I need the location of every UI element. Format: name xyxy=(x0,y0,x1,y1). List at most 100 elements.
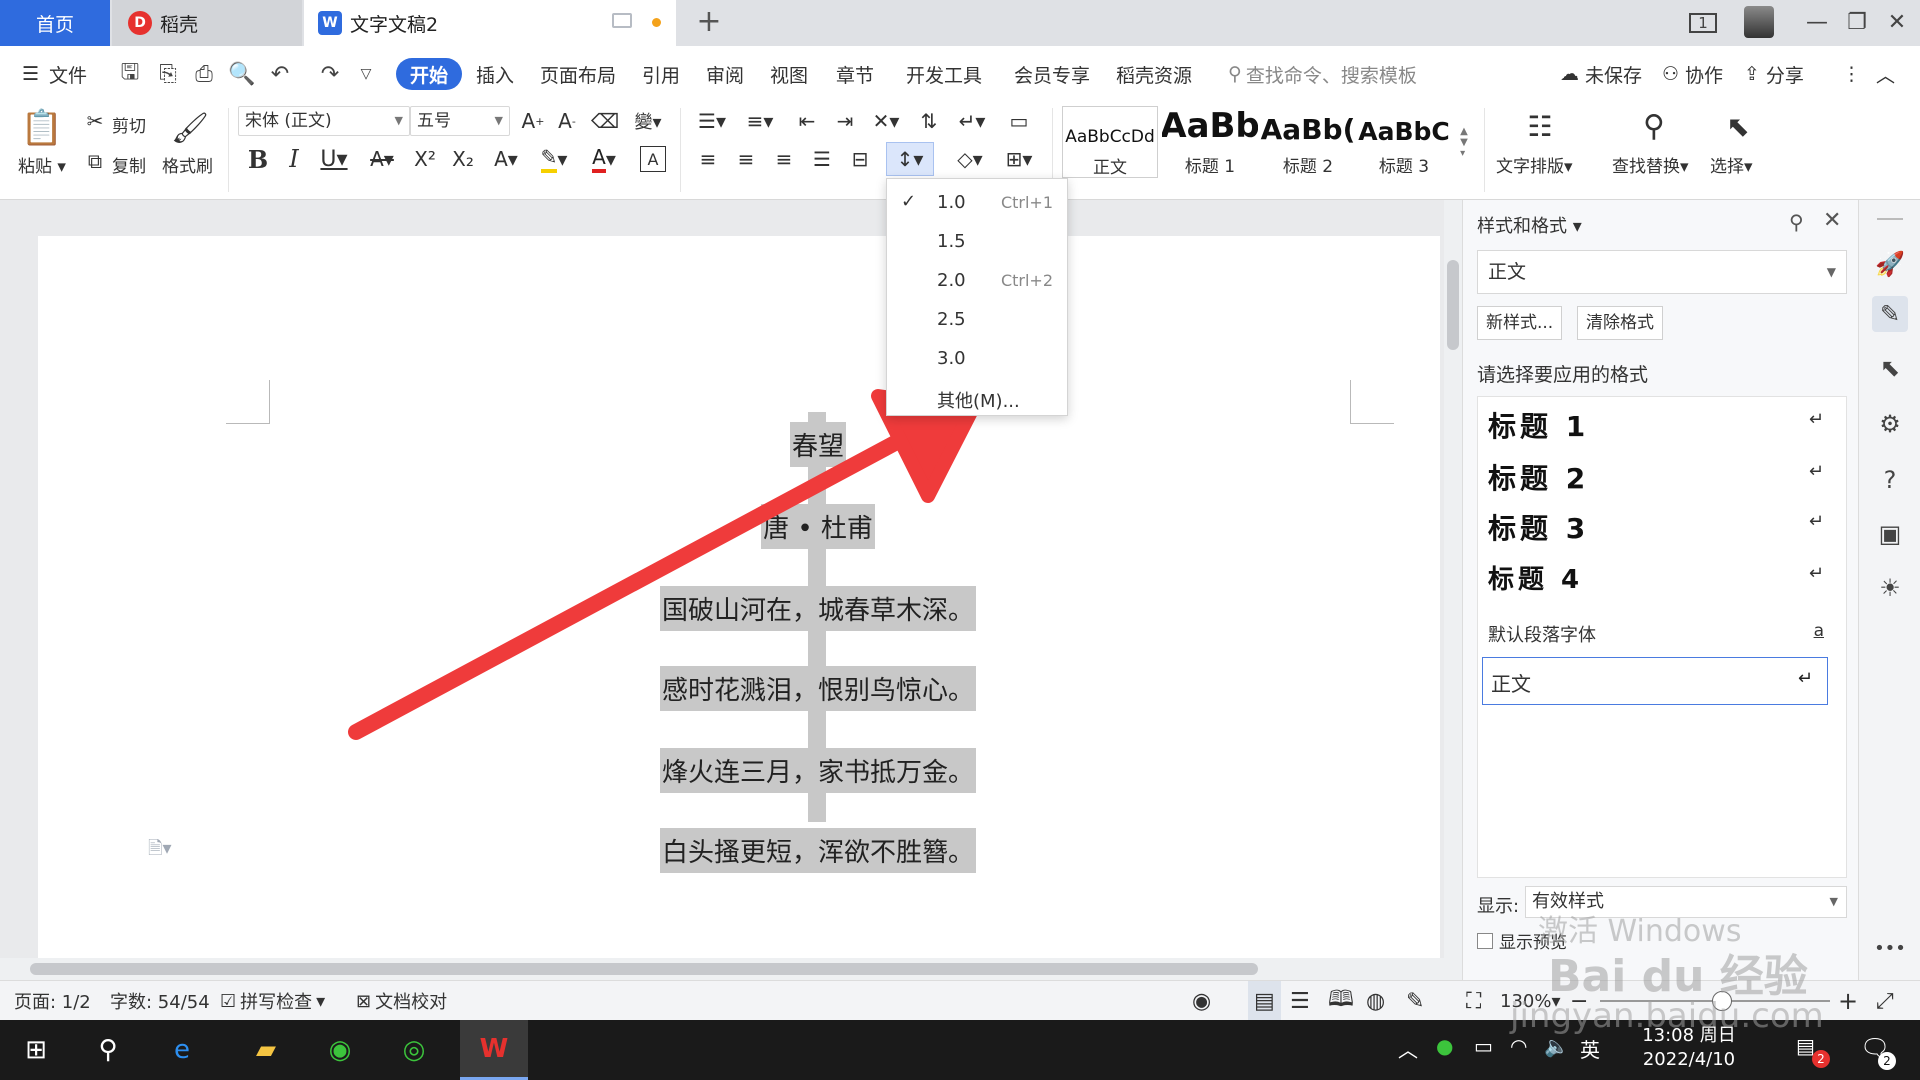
menu-daoke-resources[interactable]: 稻壳资源 xyxy=(1116,46,1192,102)
clear-format-icon[interactable]: ⌫ xyxy=(590,106,620,136)
word-count[interactable]: 字数: 54/54 xyxy=(110,981,210,1021)
text-layout-button[interactable]: 文字排版▾ xyxy=(1496,152,1573,177)
minimize-button[interactable]: — xyxy=(1800,8,1834,38)
horizontal-scroll-thumb[interactable] xyxy=(30,963,1258,975)
pin-icon[interactable]: ⚲ xyxy=(1789,210,1804,234)
tray-app-icon[interactable]: ● xyxy=(1436,1034,1453,1058)
menu-home[interactable]: 开始 xyxy=(396,58,463,90)
document-page[interactable]: 春望 唐 • 杜甫 国破山河在，城春草木深。 感时花溅泪，恨别鸟惊心。 烽火连三… xyxy=(38,236,1440,980)
search-icon[interactable]: ⚲ xyxy=(86,1028,130,1072)
template-icon[interactable]: ▣ xyxy=(1872,516,1908,552)
style-heading3[interactable]: AaBbC 标题 3 xyxy=(1356,106,1452,178)
sliders-icon[interactable]: ⚙ xyxy=(1872,406,1908,442)
border-icon[interactable]: ⊞▾ xyxy=(998,144,1040,174)
phonetic-icon[interactable]: 變▾ xyxy=(628,106,668,136)
new-style-button[interactable]: 新样式... xyxy=(1477,306,1563,340)
copy-icon[interactable]: ⧉ xyxy=(82,148,108,174)
shrink-font-icon[interactable]: A- xyxy=(552,106,582,136)
tab-home[interactable]: 首页 xyxy=(0,0,110,46)
save-icon[interactable]: 🖫 xyxy=(116,60,144,88)
cursor-icon[interactable]: ⬉ xyxy=(1718,106,1758,146)
menu-member[interactable]: 会员专享 xyxy=(1014,46,1090,102)
poem-line[interactable]: 白头搔更短，浑欲不胜簪。 xyxy=(418,828,1218,873)
fit-page-icon[interactable]: ⛶ xyxy=(1466,981,1481,1021)
line-spacing-option-2-0[interactable]: 2.0 Ctrl+2 xyxy=(887,261,1067,300)
menu-review[interactable]: 审阅 xyxy=(706,46,744,102)
style-gallery-scroll[interactable]: ▲ ▼ ▾ xyxy=(1454,106,1474,178)
vertical-scroll-thumb[interactable] xyxy=(1447,260,1459,350)
preview-checkbox[interactable]: 显示预览 xyxy=(1477,928,1567,953)
collapse-ribbon-icon[interactable]: ︿ xyxy=(1876,46,1895,102)
format-painter-icon[interactable]: 🖌 xyxy=(171,106,209,150)
scissors-icon[interactable]: ✂ xyxy=(82,108,108,134)
menu-view[interactable]: 视图 xyxy=(770,46,808,102)
battery-icon[interactable]: ▭ xyxy=(1474,1034,1493,1058)
numbered-list-icon[interactable]: ≡▾ xyxy=(740,106,780,136)
poem-line[interactable]: 烽火连三月，家书抵万金。 xyxy=(418,748,1218,793)
print-icon[interactable]: ⎙ xyxy=(190,60,218,88)
find-replace-button[interactable]: 查找替换▾ xyxy=(1612,152,1689,177)
proofread-button[interactable]: ⊠ 文档校对 xyxy=(356,981,447,1021)
spell-check-button[interactable]: ☑ 拼写检查 ▾ xyxy=(220,981,325,1021)
menu-developer[interactable]: 开发工具 xyxy=(906,46,982,102)
style-normal[interactable]: AaBbCcDd 正文 xyxy=(1062,106,1158,178)
line-spacing-option-3-0[interactable]: 3.0 xyxy=(887,339,1067,378)
highlight-icon[interactable]: ✎ ▾ xyxy=(534,144,574,174)
list-item[interactable]: 标题 4 ↵ xyxy=(1488,553,1838,601)
zoom-slider-handle[interactable] xyxy=(1712,991,1732,1011)
poem-line[interactable]: 感时花溅泪，恨别鸟惊心。 xyxy=(418,666,1218,711)
shading-icon[interactable]: ◇▾ xyxy=(950,144,990,174)
distribute-icon[interactable]: ⊟ xyxy=(844,144,876,174)
command-search[interactable]: ⚲ 查找命令、搜索模板 xyxy=(1228,46,1417,102)
clear-format-button[interactable]: 清除格式 xyxy=(1577,306,1663,340)
unsaved-status[interactable]: ☁ 未保存 xyxy=(1560,46,1642,102)
sort-icon[interactable]: ⇅ xyxy=(914,106,944,136)
web-view-icon[interactable]: ◍ xyxy=(1366,981,1385,1021)
subscript-icon[interactable]: X₂ xyxy=(446,144,480,174)
avatar[interactable] xyxy=(1744,6,1774,38)
tab-document[interactable]: W 文字文稿2 xyxy=(304,0,676,46)
show-select[interactable]: 有效样式 ▼ xyxy=(1525,886,1847,918)
pane-title[interactable]: 样式和格式 ▾ xyxy=(1477,212,1582,238)
wechat-icon[interactable]: ◎ xyxy=(392,1028,436,1072)
wps-taskbar-icon[interactable]: W xyxy=(460,1020,528,1080)
clock[interactable]: 13:08 周日 2022/4/10 xyxy=(1624,1024,1754,1072)
strikethrough-icon[interactable]: A▾ xyxy=(362,144,402,174)
menu-page-layout[interactable]: 页面布局 xyxy=(540,46,616,102)
print-preview-icon[interactable]: 🔍 xyxy=(228,60,256,88)
share-button[interactable]: ⇪ 分享 xyxy=(1744,46,1804,102)
monitor-icon[interactable] xyxy=(612,13,632,28)
chinese-layout-icon[interactable]: ✕▾ xyxy=(866,106,906,136)
format-painter-button[interactable]: 格式刷 xyxy=(162,152,213,177)
layout-button[interactable]: 1 xyxy=(1686,8,1720,38)
pen-icon[interactable]: ✎ xyxy=(1872,296,1908,332)
page-view-icon[interactable]: ▤ xyxy=(1248,981,1281,1021)
align-center-icon[interactable]: ≡ xyxy=(732,144,760,174)
export-icon[interactable]: ⎘ xyxy=(154,60,182,88)
volume-icon[interactable]: 🔈 xyxy=(1544,1034,1569,1058)
underline-icon[interactable]: U▾ xyxy=(314,144,354,174)
bold-icon[interactable]: B xyxy=(244,144,272,174)
quick-access-dropdown-icon[interactable]: ▽ xyxy=(352,60,380,88)
help-icon[interactable]: ? xyxy=(1872,462,1908,498)
list-item[interactable]: 默认段落字体 a xyxy=(1488,611,1838,659)
file-menu[interactable]: ☰ 文件 xyxy=(22,46,87,102)
eye-protect-icon[interactable]: ◉ xyxy=(1192,981,1211,1021)
list-item[interactable]: 标题 2 ↵ xyxy=(1488,451,1838,499)
tray-chevron-icon[interactable]: ︿ xyxy=(1398,1034,1418,1063)
font-name-select[interactable]: 宋体 (正文) ▼ xyxy=(238,106,410,136)
ruler-icon[interactable]: ▭ xyxy=(1002,106,1036,136)
menu-references[interactable]: 引用 xyxy=(642,46,680,102)
tab-daoke[interactable]: D 稻壳 xyxy=(112,0,302,46)
menu-chapter[interactable]: 章节 xyxy=(836,46,874,102)
list-item-selected[interactable]: 正文 ↵ xyxy=(1482,657,1828,705)
italic-icon[interactable]: I xyxy=(280,144,308,174)
superscript-icon[interactable]: X² xyxy=(408,144,442,174)
fullscreen-icon[interactable]: ⤢ xyxy=(1876,981,1894,1021)
ie-browser-icon[interactable]: e xyxy=(160,1028,204,1072)
poem-author[interactable]: 唐 • 杜甫 xyxy=(418,504,1218,549)
align-left-icon[interactable]: ≡ xyxy=(694,144,722,174)
cursor-icon[interactable]: ⬉ xyxy=(1872,350,1908,386)
redo-icon[interactable]: ↷ xyxy=(316,60,344,88)
line-spacing-option-2-5[interactable]: 2.5 xyxy=(887,300,1067,339)
